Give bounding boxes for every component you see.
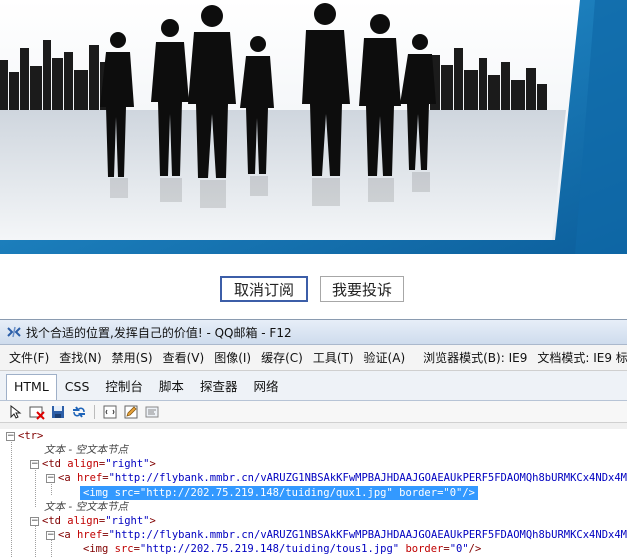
devtools-tab-bar: HTML CSS 控制台 脚本 探查器 网络: [0, 371, 627, 401]
tab-console[interactable]: 控制台: [97, 376, 151, 400]
collapse-icon[interactable]: −: [30, 516, 39, 526]
tab-network[interactable]: 网络: [245, 376, 286, 400]
devtools-title-bar: 找个合适的位置,发挥自己的价值! - QQ邮箱 - F12: [0, 320, 627, 345]
save-icon[interactable]: [50, 404, 66, 420]
menu-find[interactable]: 查找(N): [54, 349, 106, 366]
select-element-icon[interactable]: [8, 404, 24, 420]
menu-tools[interactable]: 工具(T): [308, 349, 359, 366]
tree-row-anchor[interactable]: − <a href="http://flybank.mmbr.cn/vARUZG1…: [46, 528, 627, 542]
devtools-title: 找个合适的位置,发挥自己的价值! - QQ邮箱 - F12: [26, 325, 292, 340]
collapse-icon[interactable]: −: [6, 431, 15, 441]
collapse-icon[interactable]: −: [46, 473, 55, 483]
tree-row-img[interactable]: <img src="http://202.75.219.148/tuiding/…: [80, 542, 484, 556]
tree-row-text-node[interactable]: 文本 - 空文本节点: [44, 443, 128, 457]
tree-row-text-node[interactable]: 文本 - 空文本节点: [44, 500, 128, 514]
tree-row-img-selected[interactable]: <img src="http://202.75.219.148/tuiding/…: [80, 486, 479, 500]
tree-row-td[interactable]: − <td align="right">: [30, 457, 156, 471]
unsubscribe-button[interactable]: 取消订阅: [220, 276, 308, 302]
tree-row-tr[interactable]: − <tr>: [6, 429, 43, 443]
devtools-toolbar: [0, 401, 627, 423]
tab-script[interactable]: 脚本: [151, 376, 192, 400]
devtools-menu-bar: 文件(F) 查找(N) 禁用(S) 查看(V) 图像(I) 缓存(C) 工具(T…: [0, 345, 627, 371]
menu-browser-mode[interactable]: 浏览器模式(B): IE9: [418, 349, 532, 366]
banner-image: [0, 0, 627, 254]
dom-page-icon[interactable]: [144, 404, 160, 420]
menu-view[interactable]: 查看(V): [158, 349, 210, 366]
collapse-icon[interactable]: −: [46, 530, 55, 540]
tree-guide: [11, 439, 12, 558]
business-people-illustration: [0, 0, 627, 254]
menu-disable[interactable]: 禁用(S): [107, 349, 158, 366]
menu-file[interactable]: 文件(F): [4, 349, 54, 366]
word-wrap-icon[interactable]: [102, 404, 118, 420]
menu-document-mode[interactable]: 文档模式: IE9 标: [532, 349, 627, 366]
clear-highlight-icon[interactable]: [29, 404, 45, 420]
tree-row-td[interactable]: − <td align="right">: [30, 514, 156, 528]
menu-images[interactable]: 图像(I): [209, 349, 256, 366]
collapse-icon[interactable]: −: [30, 459, 39, 469]
tab-html[interactable]: HTML: [6, 374, 57, 400]
tab-css[interactable]: CSS: [57, 376, 98, 400]
edit-icon[interactable]: [123, 404, 139, 420]
menu-validate[interactable]: 验证(A): [359, 349, 411, 366]
dom-tree-panel: − <tr> 文本 - 空文本节点 − <td align="right"> − <a…: [0, 429, 627, 558]
tree-guide: [35, 523, 36, 558]
developer-tools-window: 找个合适的位置,发挥自己的价值! - QQ邮箱 - F12 文件(F) 查找(N…: [0, 319, 627, 558]
devtools-icon: [6, 324, 22, 340]
tree-row-anchor[interactable]: − <a href="http://flybank.mmbr.cn/vARUZG1…: [46, 471, 627, 485]
complain-button[interactable]: 我要投诉: [320, 276, 404, 302]
tree-guide: [35, 467, 36, 507]
refresh-icon[interactable]: [71, 404, 87, 420]
menu-cache[interactable]: 缓存(C): [256, 349, 308, 366]
tab-profiler[interactable]: 探查器: [192, 376, 246, 400]
action-buttons: 取消订阅 我要投诉: [0, 276, 627, 304]
toolbar-separator: [94, 404, 95, 419]
